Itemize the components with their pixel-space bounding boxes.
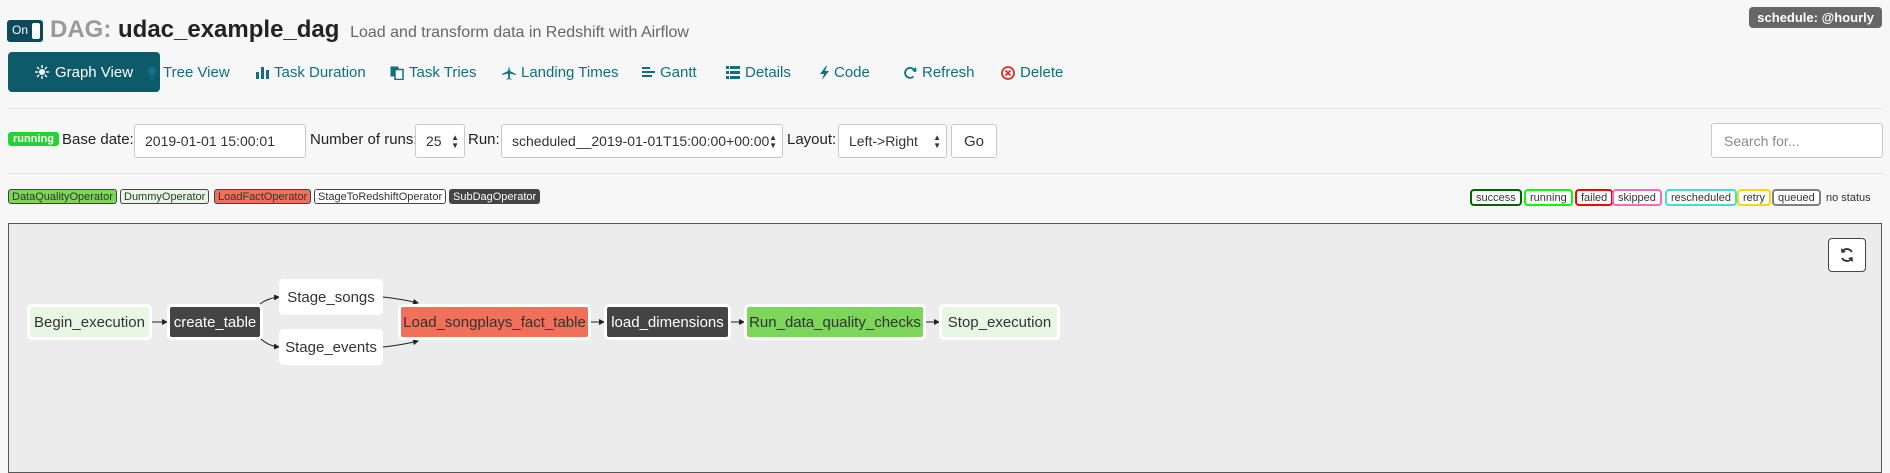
task-node[interactable]: Stage_songs [279,279,383,315]
task-node[interactable]: Begin_execution [27,304,152,340]
task-node[interactable]: Run_data_quality_checks [744,304,926,340]
task-node[interactable]: Load_songplays_fact_table [398,304,591,340]
edge [259,294,280,305]
task-node[interactable]: load_dimensions [604,304,731,340]
edge [259,337,280,350]
task-node[interactable]: create_table [167,304,263,340]
task-node[interactable]: Stop_execution [939,304,1060,340]
edge [382,339,419,348]
task-node[interactable]: Stage_events [279,329,383,365]
graph-edges [152,294,940,350]
edge [382,296,419,305]
